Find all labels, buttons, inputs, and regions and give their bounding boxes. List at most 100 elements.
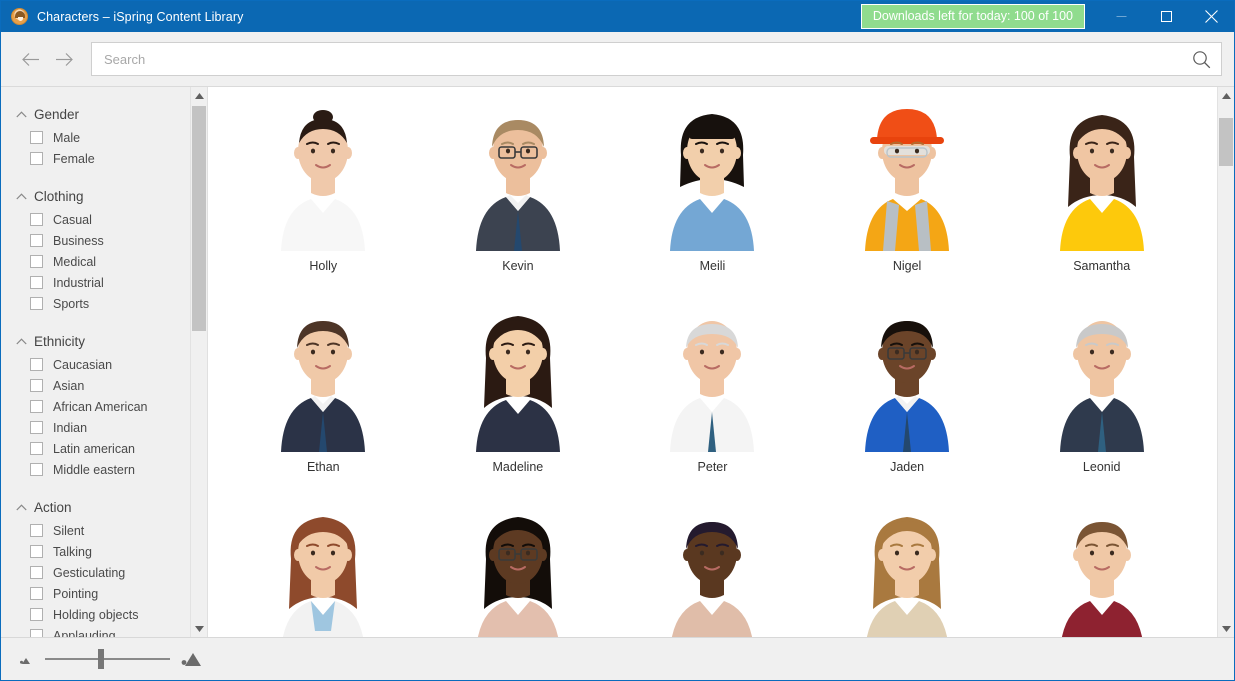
minimize-button[interactable] xyxy=(1099,1,1144,32)
sidebar-scroll-thumb[interactable] xyxy=(191,106,206,331)
filter-option-talking[interactable]: Talking xyxy=(1,541,207,562)
filter-option-sports[interactable]: Sports xyxy=(1,293,207,314)
filter-group-header[interactable]: Clothing xyxy=(1,183,207,209)
filter-option-female[interactable]: Female xyxy=(1,148,207,169)
slider-handle[interactable] xyxy=(98,649,105,669)
sidebar-scroll-track[interactable] xyxy=(191,104,208,620)
checkbox[interactable] xyxy=(30,276,43,289)
large-thumbnail-icon xyxy=(181,653,201,666)
filter-option-label: Asian xyxy=(53,378,85,393)
checkbox[interactable] xyxy=(30,421,43,434)
character-thumbnail[interactable] xyxy=(248,501,399,637)
checkbox[interactable] xyxy=(30,566,43,579)
maximize-button[interactable] xyxy=(1144,1,1189,32)
character-thumbnail[interactable] xyxy=(832,501,983,637)
content-scroll-thumb[interactable] xyxy=(1218,118,1233,166)
character-thumbnail[interactable] xyxy=(832,99,983,251)
character-thumbnail[interactable] xyxy=(637,99,788,251)
back-button[interactable] xyxy=(13,42,47,76)
filter-option-gesticulating[interactable]: Gesticulating xyxy=(1,562,207,583)
search-input[interactable] xyxy=(104,51,1187,67)
filter-option-african-american[interactable]: African American xyxy=(1,396,207,417)
sidebar-scrollbar[interactable] xyxy=(190,87,207,637)
filter-group-header[interactable]: Gender xyxy=(1,101,207,127)
character-card[interactable] xyxy=(615,501,810,637)
filter-option-industrial[interactable]: Industrial xyxy=(1,272,207,293)
checkbox[interactable] xyxy=(30,442,43,455)
filter-option-asian[interactable]: Asian xyxy=(1,375,207,396)
large-thumbnail-icon[interactable] xyxy=(181,651,203,667)
character-thumbnail[interactable] xyxy=(248,300,399,452)
content-scrollbar[interactable] xyxy=(1217,87,1234,637)
filter-option-silent[interactable]: Silent xyxy=(1,520,207,541)
thumbnail-size-slider[interactable] xyxy=(19,649,203,669)
checkbox[interactable] xyxy=(30,400,43,413)
filter-group-header[interactable]: Ethnicity xyxy=(1,328,207,354)
character-card[interactable] xyxy=(226,501,421,637)
filter-option-casual[interactable]: Casual xyxy=(1,209,207,230)
character-card[interactable]: Meili xyxy=(615,99,810,300)
character-thumbnail[interactable] xyxy=(832,300,983,452)
character-card[interactable]: Leonid xyxy=(1004,300,1199,501)
character-thumbnail[interactable] xyxy=(637,300,788,452)
checkbox[interactable] xyxy=(30,131,43,144)
character-card[interactable] xyxy=(421,501,616,637)
character-card[interactable]: Kevin xyxy=(421,99,616,300)
checkbox[interactable] xyxy=(30,358,43,371)
filter-option-medical[interactable]: Medical xyxy=(1,251,207,272)
sidebar-scroll-down-button[interactable] xyxy=(191,620,208,637)
checkbox[interactable] xyxy=(30,463,43,476)
character-thumbnail[interactable] xyxy=(442,99,593,251)
search-box[interactable] xyxy=(91,42,1222,76)
character-card[interactable]: Jaden xyxy=(810,300,1005,501)
checkbox[interactable] xyxy=(30,213,43,226)
checkbox[interactable] xyxy=(30,545,43,558)
character-thumbnail[interactable] xyxy=(442,300,593,452)
sidebar-scroll-up-button[interactable] xyxy=(191,87,208,104)
content-scroll-down-button[interactable] xyxy=(1218,620,1235,637)
checkbox[interactable] xyxy=(30,255,43,268)
filter-option-holding-objects[interactable]: Holding objects xyxy=(1,604,207,625)
content-scroll-up-button[interactable] xyxy=(1218,87,1235,104)
checkbox[interactable] xyxy=(30,379,43,392)
slider-track[interactable] xyxy=(45,649,170,669)
character-thumbnail[interactable] xyxy=(248,99,399,251)
character-card[interactable]: Holly xyxy=(226,99,421,300)
checkbox[interactable] xyxy=(30,297,43,310)
filter-group-ethnicity: Ethnicity Caucasian Asian African American I… xyxy=(1,328,207,480)
checkbox[interactable] xyxy=(30,608,43,621)
small-thumbnail-icon[interactable] xyxy=(19,654,34,665)
character-card[interactable]: Peter xyxy=(615,300,810,501)
character-thumbnail[interactable] xyxy=(442,501,593,637)
checkbox[interactable] xyxy=(30,524,43,537)
filter-option-pointing[interactable]: Pointing xyxy=(1,583,207,604)
character-card[interactable]: Madeline xyxy=(421,300,616,501)
forward-button[interactable] xyxy=(47,42,81,76)
checkbox[interactable] xyxy=(30,234,43,247)
filter-group-label: Action xyxy=(34,499,72,515)
character-thumbnail[interactable] xyxy=(1026,300,1177,452)
checkbox[interactable] xyxy=(30,587,43,600)
search-button[interactable] xyxy=(1187,50,1215,69)
filter-option-latin-american[interactable]: Latin american xyxy=(1,438,207,459)
filter-group-gender: Gender Male Female xyxy=(1,101,207,169)
checkbox[interactable] xyxy=(30,152,43,165)
character-thumbnail[interactable] xyxy=(637,501,788,637)
filter-option-applauding[interactable]: Applauding xyxy=(1,625,207,637)
character-card[interactable]: Ethan xyxy=(226,300,421,501)
character-card[interactable] xyxy=(1004,501,1199,637)
filter-option-male[interactable]: Male xyxy=(1,127,207,148)
checkbox[interactable] xyxy=(30,629,43,637)
close-button[interactable] xyxy=(1189,1,1234,32)
filter-group-header[interactable]: Action xyxy=(1,494,207,520)
character-card[interactable]: Nigel xyxy=(810,99,1005,300)
filter-option-business[interactable]: Business xyxy=(1,230,207,251)
character-thumbnail[interactable] xyxy=(1026,501,1177,637)
filter-option-caucasian[interactable]: Caucasian xyxy=(1,354,207,375)
character-card[interactable]: Samantha xyxy=(1004,99,1199,300)
filter-option-middle-eastern[interactable]: Middle eastern xyxy=(1,459,207,480)
content-scroll-track[interactable] xyxy=(1218,104,1235,620)
character-card[interactable] xyxy=(810,501,1005,637)
filter-option-indian[interactable]: Indian xyxy=(1,417,207,438)
character-thumbnail[interactable] xyxy=(1026,99,1177,251)
